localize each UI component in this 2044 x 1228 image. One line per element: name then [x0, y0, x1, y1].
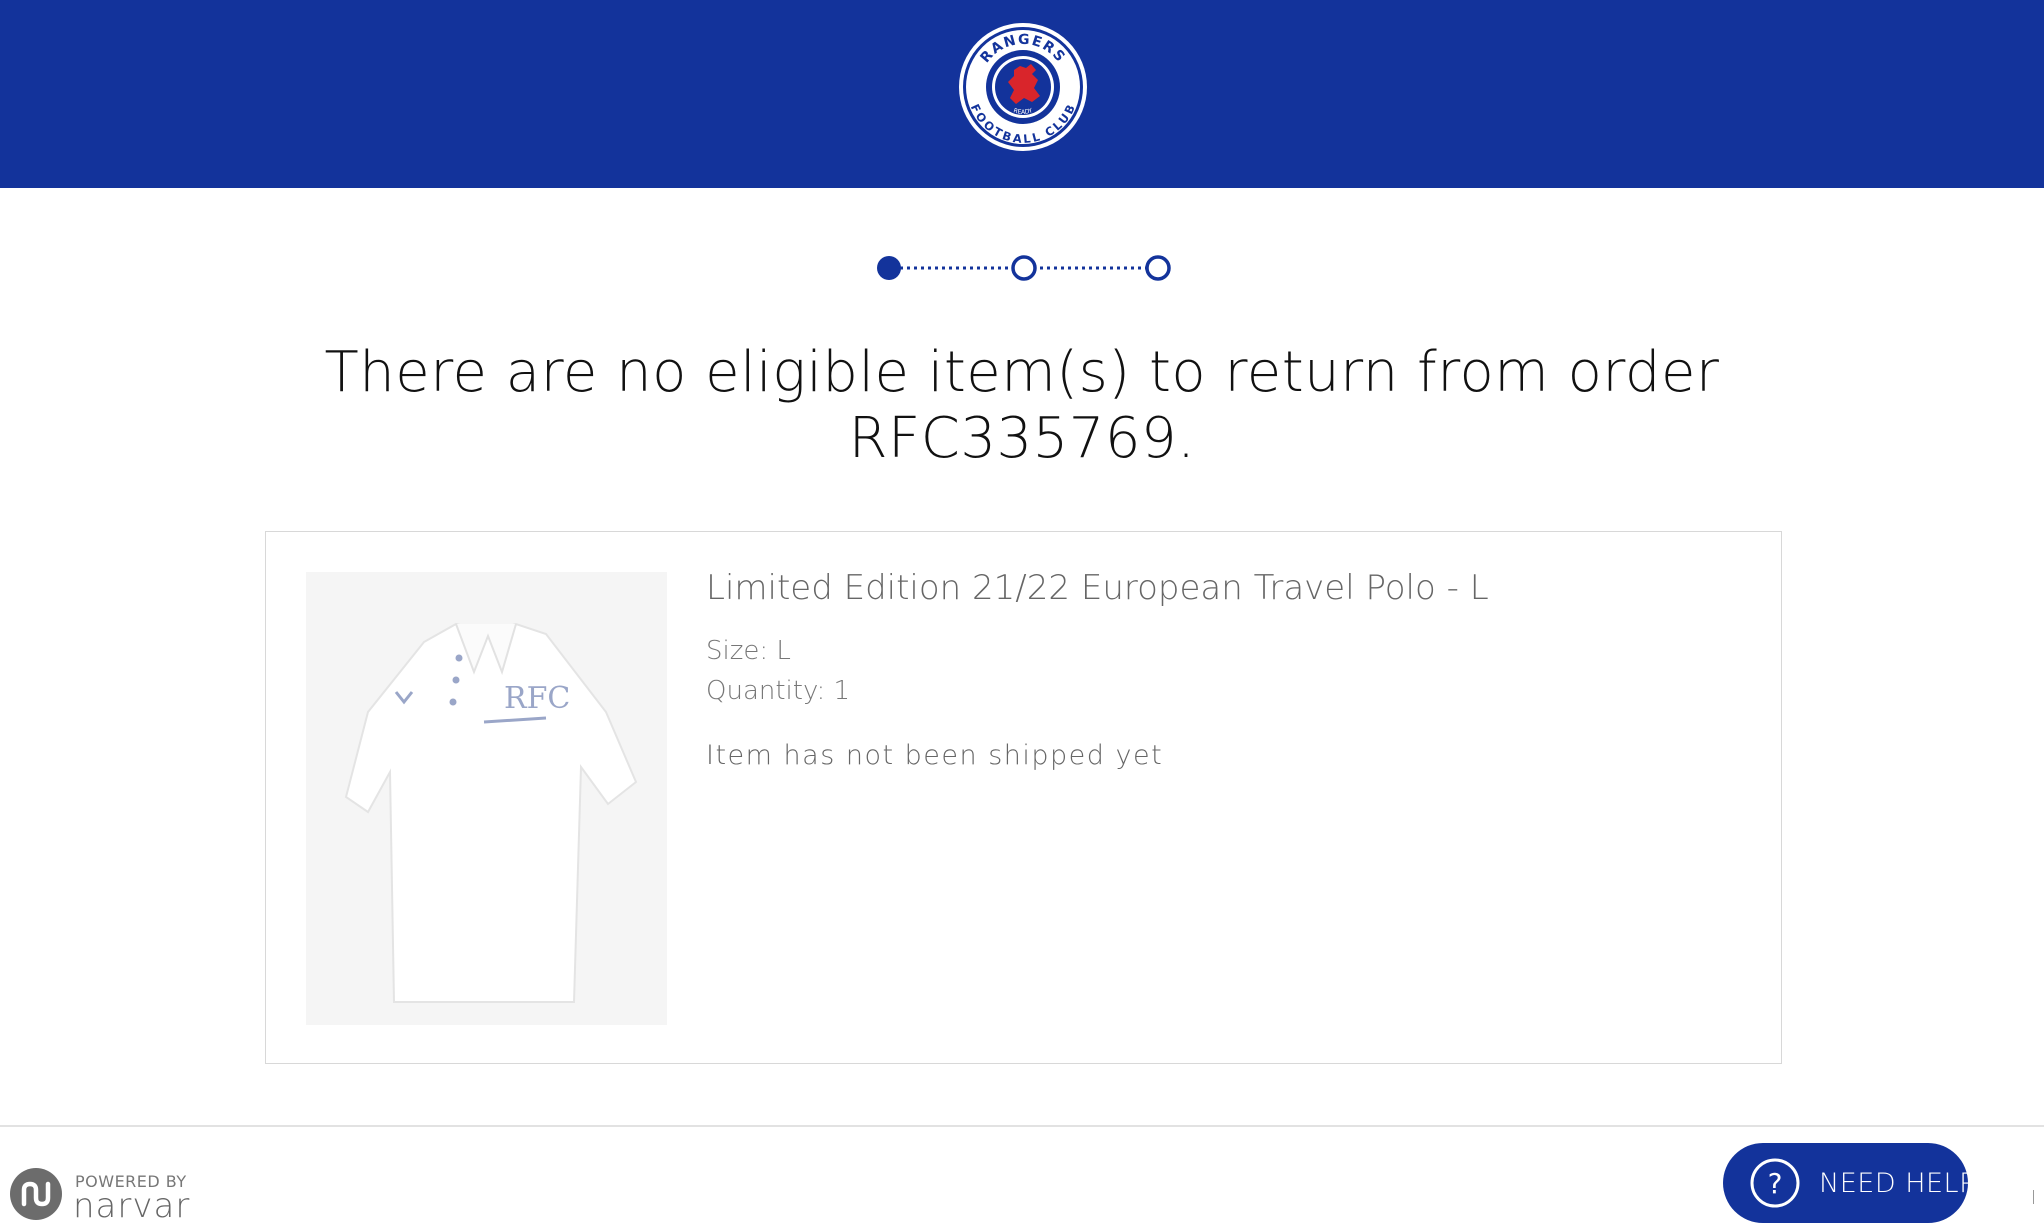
product-image: RFC: [306, 572, 667, 1025]
rangers-logo[interactable]: RANGERS FOOTBALL CLUB READY: [958, 22, 1088, 152]
stepper-step-3: [1145, 255, 1171, 281]
header-bar: RANGERS FOOTBALL CLUB READY: [0, 0, 2044, 188]
product-quantity: Quantity: 1: [706, 676, 851, 706]
progress-stepper: [870, 252, 1180, 284]
rangers-fc-crest-icon: RANGERS FOOTBALL CLUB READY: [959, 23, 1087, 151]
product-title: Limited Edition 21/22 European Travel Po…: [706, 568, 1489, 608]
svg-text:RFC: RFC: [504, 681, 570, 716]
need-help-label: NEED HELP: [1819, 1167, 1976, 1199]
footer-divider: [0, 1125, 2044, 1127]
product-size: Size: L: [706, 636, 791, 666]
page-title: There are no eligible item(s) to return …: [324, 340, 1720, 471]
edge-marker: [2033, 1190, 2034, 1204]
narvar-logo-icon: [10, 1168, 62, 1220]
question-circle-icon: ?: [1750, 1158, 1800, 1208]
narvar-wordmark: narvar: [73, 1186, 191, 1226]
need-help-button[interactable]: ? NEED HELP: [1723, 1143, 1975, 1223]
stepper-step-1: [877, 256, 901, 280]
ineligible-reason: Item has not been shipped yet: [706, 740, 1164, 771]
svg-text:?: ?: [1768, 1167, 1783, 1200]
stepper-step-2: [1011, 255, 1037, 281]
item-card: RFC Limited Edition 21/22 European Trave…: [265, 531, 1782, 1064]
polo-shirt-image: RFC: [306, 572, 667, 1025]
